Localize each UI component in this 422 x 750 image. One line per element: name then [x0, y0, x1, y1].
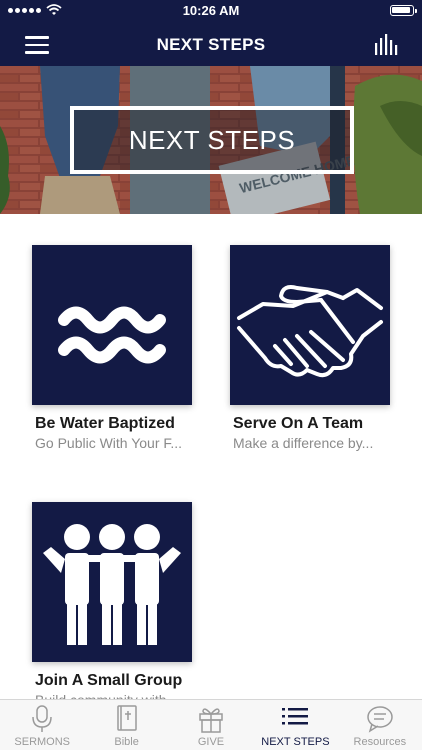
status-time: 10:26 AM [182, 3, 240, 18]
hero-title-box: NEXT STEPS [70, 106, 354, 174]
card-subtitle: Go Public With Your F... [35, 435, 183, 451]
card-be-water-baptized[interactable]: Be Water Baptized Go Public With Your F.… [32, 245, 194, 451]
tab-bible[interactable]: Bible [84, 700, 168, 750]
card-tile[interactable] [32, 245, 192, 405]
waves-icon [58, 306, 166, 364]
handshake-icon [237, 285, 383, 378]
tab-label: GIVE [197, 736, 225, 748]
card-title: Be Water Baptized [35, 415, 175, 432]
tab-bar: SERMONS Bible GIVE NEXT STEPS Resources [0, 699, 422, 750]
card-serve-on-a-team[interactable]: Serve On A Team Make a difference by... [230, 245, 392, 451]
hero-title: NEXT STEPS [128, 124, 296, 155]
card-join-a-small-group[interactable]: Join A Small Group Build community with [32, 502, 194, 708]
microphone-icon [32, 705, 52, 732]
card-tile[interactable] [32, 502, 192, 662]
gift-icon [199, 708, 223, 733]
status-bar: 10:26 AM [0, 0, 422, 22]
bible-icon [116, 705, 137, 731]
tab-label: SERMONS [14, 736, 71, 748]
card-tile[interactable] [230, 245, 390, 405]
tab-give[interactable]: GIVE [169, 700, 253, 750]
page-title: NEXT STEPS [156, 35, 266, 54]
card-title: Serve On A Team [233, 415, 364, 432]
tab-next-steps[interactable]: NEXT STEPS [253, 700, 337, 750]
tab-sermons[interactable]: SERMONS [0, 700, 84, 750]
hero-banner: WELCOME HOME NEXT STEPS [0, 66, 422, 214]
tab-label: Resources [353, 736, 407, 748]
nav-bar: NEXT STEPS [0, 22, 422, 66]
chat-icon [367, 706, 393, 733]
audio-bars-icon[interactable] [374, 33, 398, 55]
card-title: Join A Small Group [35, 672, 183, 689]
group-icon [43, 524, 181, 645]
tab-label: NEXT STEPS [261, 736, 330, 748]
list-icon [282, 708, 309, 725]
tab-label: Bible [114, 736, 139, 748]
battery-icon [390, 5, 417, 16]
tab-resources[interactable]: Resources [338, 700, 422, 750]
card-subtitle: Make a difference by... [233, 435, 374, 451]
